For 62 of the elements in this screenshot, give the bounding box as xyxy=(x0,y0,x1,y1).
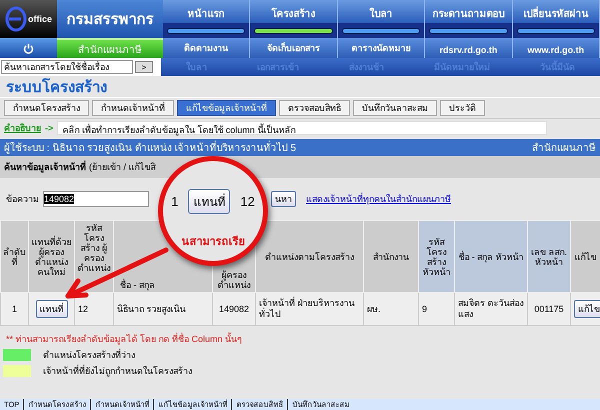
nav-tab[interactable]: ใบลา xyxy=(338,0,426,38)
column-header[interactable]: ลำดับ ที่ xyxy=(0,220,28,292)
nav-tab[interactable]: โครงสร้าง xyxy=(250,0,338,38)
table-cell: 149082 xyxy=(212,292,256,326)
table-cell: 9 xyxy=(418,292,454,326)
legend-label: ตำแหน่งโครงสร้างที่ว่าง xyxy=(43,348,135,362)
subnav-link[interactable]: rdsrv.rd.go.th xyxy=(425,38,513,58)
magnified-note: นสามารถเรีย xyxy=(182,234,244,250)
legend-label: เจ้าหน้าที่ที่ยังไม่ถูกกำหนดในโครงสร้าง xyxy=(43,364,192,378)
tab[interactable]: กำหนดโครงสร้าง xyxy=(4,100,89,116)
tab[interactable]: แก้ไขข้อมูลเจ้าหน้าที่ xyxy=(177,100,276,116)
field-label: ข้อความ xyxy=(6,193,39,206)
page-title: ระบบโครงสร้าง xyxy=(0,76,600,98)
subnav-link[interactable]: จัดเก็บเอกสาร xyxy=(250,38,338,58)
column-header[interactable]: รหัส โครง สร้าง หัวหน้า xyxy=(418,220,454,292)
table-cell: ผษ. xyxy=(364,292,418,326)
column-header[interactable]: สำนักงาน xyxy=(364,220,418,292)
tab[interactable]: กำหนดเจ้าหน้าที่ xyxy=(92,100,174,116)
table-cell: นิธินาถ รวยสูงเนิน xyxy=(114,292,212,326)
column-header[interactable]: แก้ไข xyxy=(570,220,600,292)
nav-tab[interactable]: กระดานถามตอบ xyxy=(425,0,513,38)
tab[interactable]: ประวัติ xyxy=(440,100,485,116)
replace-button[interactable]: แทนที่ xyxy=(36,300,68,318)
show-all-link[interactable]: แสดงเจ้าหน้าที่ทุกคนในสำนักแผนภาษี xyxy=(306,192,451,206)
table-cell: สมจิตร ตะวันส่องแสง xyxy=(454,292,528,326)
power-button[interactable] xyxy=(0,38,57,58)
panel-title: ค้นหาข้อมูลเจ้าหน้าที่ xyxy=(4,160,86,174)
table-cell: 1 xyxy=(0,292,28,326)
tab[interactable]: บันทึกวันลาสะสม xyxy=(353,100,437,116)
nav-tab[interactable]: หน้าแรก xyxy=(163,0,250,38)
search-button[interactable]: นหา xyxy=(271,191,296,207)
logo-icon xyxy=(4,6,27,32)
column-header[interactable]: เลข ลสก. หัวหน้า xyxy=(528,220,570,292)
user-info: ผู้ใช้ระบบ : นิธินาถ รวยสูงเนิน ตำแหน่ง เจ้าหน้าที่บริหารงานทั่วไป 5 xyxy=(4,140,296,155)
panel-subtitle: (ย้ายเข้า / แก้ไขสิ xyxy=(89,161,156,174)
column-header[interactable]: ชื่อ - สกุล หัวหน้า xyxy=(454,220,528,292)
arrow-text: -> xyxy=(45,123,54,133)
hint-text: คลิก เพื่อทำการเรียงลำดับข้อมูลใน โดยใช้ column นี้เป็นหลัก xyxy=(57,121,548,135)
office-badge: สำนักแผนภาษี xyxy=(57,38,163,58)
table-cell: เจ้าหน้าที่ ฝ่ายบริหารงานทั่วไป xyxy=(256,292,364,326)
column-header[interactable]: แทนที่ด้วย ผู้ครอง ตำแหน่ง คนใหม่ xyxy=(28,220,74,292)
subnav-link[interactable]: ติดตามงาน xyxy=(163,38,250,58)
magnified-text: 12 xyxy=(240,194,255,208)
sort-note: ** ท่านสามารถเรียงลำดับข้อมูลได้ โดย กด ที่ชื่อ Column นั้นๆ xyxy=(6,332,244,346)
edit-button[interactable]: แก้ไข xyxy=(574,300,600,318)
tab[interactable]: ตรวจสอบสิทธิ xyxy=(279,100,350,116)
office-name: สำนักแผนภาษี xyxy=(532,142,596,155)
go-button[interactable]: > xyxy=(135,61,153,73)
document-search-field[interactable]: ค้นหาเอกสารโดยใช้ชื่อเรื่อง xyxy=(1,60,133,74)
logo-text: office xyxy=(28,14,52,24)
nav-tab[interactable]: เปลี่ยนรหัสผ่าน xyxy=(512,0,600,38)
column-header[interactable]: ตำแหน่งตามโครงสร้าง xyxy=(256,220,364,292)
subnav-link[interactable]: www.rd.go.th xyxy=(512,38,600,58)
table-cell: 001175 xyxy=(528,292,570,326)
organization-name: กรมสรรพากร xyxy=(57,0,163,38)
replace-button[interactable]: แทนที่ xyxy=(188,188,230,214)
keyword-field[interactable]: 149082 xyxy=(43,191,149,207)
table-cell: 12 xyxy=(74,292,114,326)
subnav-link[interactable]: ตารางนัดหมาย xyxy=(338,38,426,58)
power-icon xyxy=(23,42,34,54)
column-header[interactable]: ชื่อ - สกุล xyxy=(120,280,211,290)
magnified-text: 1 xyxy=(171,194,178,208)
